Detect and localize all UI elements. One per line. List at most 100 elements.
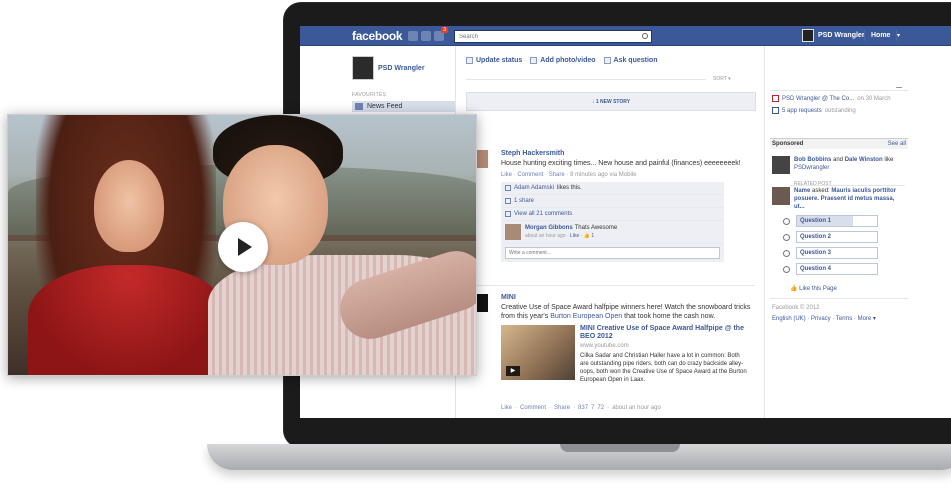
attachment-title[interactable]: MINI Creative Use of Space Award Halfpip… — [580, 325, 748, 341]
like-link[interactable]: Like — [501, 405, 512, 411]
radio-button[interactable] — [783, 249, 790, 257]
divider — [466, 79, 706, 80]
notifications-icon[interactable]: 3 — [434, 27, 448, 41]
likes-row: Adam Adamski likes this. — [501, 182, 724, 195]
poll-option[interactable]: Question 4 — [783, 263, 878, 275]
poll-option[interactable]: Question 1 — [783, 215, 878, 227]
poll-option-label: Question 4 — [800, 266, 832, 272]
asker-name[interactable]: Name — [794, 188, 810, 194]
avatar[interactable] — [505, 224, 521, 240]
story-actions: Like · Comment · Share · 8 minutes ago v… — [501, 172, 637, 178]
like-text: like — [884, 157, 894, 163]
messages-icon[interactable] — [421, 31, 431, 41]
app-requests-reminder[interactable]: 5 app requests outstanding — [772, 107, 856, 114]
poll-option-box[interactable]: Question 3 — [796, 247, 878, 259]
new-story-button[interactable]: ↓ 1 NEW STORY — [466, 92, 756, 111]
page: facebook 3 PSD Wrangler Home ▾ PSD Wrang… — [0, 0, 951, 498]
event-link[interactable]: PSD Wrangler @ The Co... — [782, 96, 854, 102]
home-link[interactable]: Home — [864, 30, 898, 41]
story-author[interactable]: MINI — [501, 294, 759, 301]
user-name: PSD Wrangler — [818, 32, 865, 39]
radio-button[interactable] — [783, 265, 790, 273]
radio-button[interactable] — [783, 217, 790, 225]
app-requests-link[interactable]: 5 app requests — [782, 108, 822, 114]
ask-question-button[interactable]: Ask question — [603, 57, 657, 64]
shares-count[interactable]: 72 — [597, 405, 604, 411]
like-page-label: Like this Page — [799, 286, 837, 292]
shares-row: 1 share — [501, 195, 724, 208]
avatar[interactable] — [772, 187, 790, 205]
friend-name[interactable]: Dale Winston — [845, 157, 883, 163]
photo-icon — [530, 57, 538, 64]
poll-option-label: Question 3 — [800, 250, 832, 256]
likes-count[interactable]: 837 — [578, 405, 588, 411]
play-button[interactable] — [218, 222, 268, 272]
poll-option-label: Question 1 — [800, 218, 832, 224]
comment-icon — [505, 211, 511, 217]
attachment-info: MINI Creative Use of Space Award Halfpip… — [580, 325, 748, 384]
notification-badge: 3 — [441, 27, 448, 33]
poll-option-box[interactable]: Question 1 — [796, 215, 878, 227]
story-text-link[interactable]: Burton European Open — [550, 313, 622, 320]
comment-like-link[interactable]: Like — [570, 233, 579, 239]
page-link[interactable]: PSDwrangler — [794, 165, 829, 171]
friend-name[interactable]: Bob Bobbins — [794, 157, 831, 163]
account-menu-chevron-down-icon[interactable]: ▾ — [897, 32, 900, 39]
video-thumbnail[interactable]: ▶ — [501, 325, 575, 380]
avatar[interactable] — [772, 156, 790, 174]
share-link[interactable]: Share — [549, 172, 565, 178]
comment-link[interactable]: Comment — [517, 172, 543, 178]
see-all-link[interactable]: See all — [888, 141, 906, 147]
footer-links[interactable]: English (UK) · Privacy · Terms · More ▾ — [772, 315, 876, 322]
play-icon: ▶ — [506, 366, 520, 376]
poll-option-box[interactable]: Question 2 — [796, 231, 878, 243]
facebook-logo[interactable]: facebook — [352, 29, 403, 43]
sponsored-header: Sponsored See all — [770, 138, 908, 149]
thumbs-up-icon — [505, 185, 511, 191]
question-link[interactable]: Mauris iaculis porttitor posuere. Praese… — [794, 188, 896, 210]
user-profile-link[interactable]: PSD Wrangler — [802, 29, 865, 42]
news-feed-icon — [355, 103, 363, 110]
video-player[interactable] — [7, 114, 477, 376]
write-comment-input[interactable] — [505, 247, 720, 259]
download-icon[interactable] — [896, 82, 902, 88]
add-photo-video-button[interactable]: Add photo/video — [530, 57, 596, 64]
event-date: on 30 March — [857, 95, 891, 102]
story-body: MINI Creative Use of Space Award halfpip… — [501, 294, 759, 384]
calendar-icon — [772, 95, 779, 102]
friend-requests-icon[interactable] — [408, 31, 418, 41]
story-author[interactable]: Steph Hackersmith — [501, 150, 759, 157]
liker-name[interactable]: Adam Adamski — [514, 185, 554, 191]
comment-like-count[interactable]: 1 — [591, 233, 594, 239]
like-page-link[interactable]: 👍 Like this Page — [790, 285, 837, 292]
comments-count[interactable]: 7 — [591, 405, 594, 411]
comment-author[interactable]: Morgan Gibbons — [525, 225, 573, 231]
update-status-button[interactable]: Update status — [466, 57, 522, 64]
composer: Update status Add photo/video Ask questi… — [466, 57, 657, 64]
search-icon[interactable] — [642, 33, 648, 39]
comment-link[interactable]: Comment — [520, 405, 546, 411]
view-all-comments-link[interactable]: View all 21 comments — [514, 211, 572, 217]
avatar — [802, 29, 814, 42]
shares-link[interactable]: 1 share — [514, 198, 534, 204]
sidebar-item-news-feed[interactable]: News Feed — [352, 101, 456, 112]
profile-link[interactable]: PSD Wrangler — [352, 56, 456, 80]
app-requests-suffix: outstanding — [824, 107, 856, 114]
asked-text: asked: — [812, 188, 830, 194]
poll-option[interactable]: Question 2 — [783, 231, 878, 243]
sponsored-ad: Bob Bobbins and Dale Winston like PSDwra… — [772, 156, 904, 174]
radio-button[interactable] — [783, 233, 790, 241]
video-attachment[interactable]: ▶ MINI Creative Use of Space Award Halfp… — [501, 325, 759, 384]
like-link[interactable]: Like — [501, 172, 512, 178]
poll-option-box[interactable]: Question 4 — [796, 263, 878, 275]
search-input[interactable] — [454, 30, 652, 43]
composer-label: Add photo/video — [540, 57, 596, 64]
poll-option[interactable]: Question 3 — [783, 247, 878, 259]
related-post-text: Name asked: Mauris iaculis porttitor pos… — [794, 187, 904, 211]
laptop-notch — [560, 444, 680, 452]
view-comments-row: View all 21 comments — [501, 208, 724, 221]
share-link[interactable]: Share — [554, 405, 570, 411]
sort-menu[interactable]: SORT ▾ — [713, 76, 731, 82]
comment-time: about an hour ago — [525, 233, 566, 239]
event-reminder[interactable]: PSD Wrangler @ The Co... on 30 March — [772, 95, 891, 102]
